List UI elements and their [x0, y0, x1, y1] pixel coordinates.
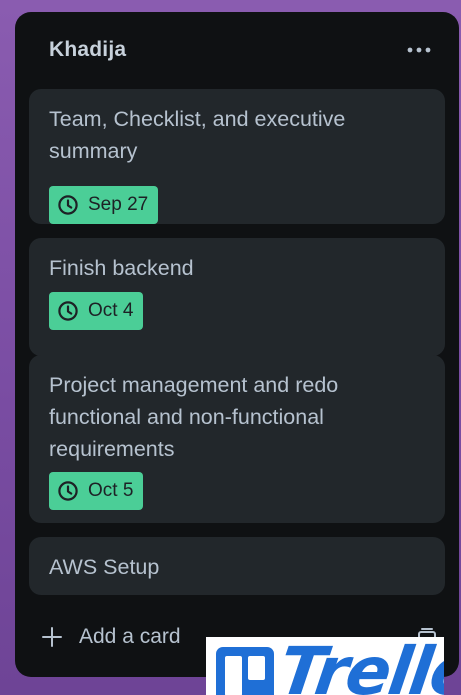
trello-wordmark: Trello: [274, 637, 444, 695]
trello-board-icon: [216, 647, 274, 695]
card[interactable]: Team, Checklist, and executive summary S…: [29, 89, 445, 224]
due-date-text: Sep 27: [88, 194, 149, 215]
card[interactable]: Project management and redo functional a…: [29, 355, 445, 523]
clock-icon: [58, 195, 78, 215]
list-title[interactable]: Khadija: [49, 38, 126, 62]
card-title: Project management and redo functional a…: [49, 373, 339, 461]
card[interactable]: AWS Setup: [29, 537, 445, 595]
card-title: AWS Setup: [49, 555, 160, 579]
clock-icon: [58, 301, 78, 321]
list-column: Khadija Team, Checklist, and executive s…: [15, 12, 459, 677]
card-title: Finish backend: [49, 256, 194, 280]
add-card-button[interactable]: Add a card: [41, 620, 181, 654]
list-actions-button[interactable]: [401, 36, 437, 64]
trello-logo: Trello: [206, 637, 444, 695]
due-date-badge[interactable]: Oct 4: [49, 292, 144, 330]
card[interactable]: Finish backend Oct 4: [29, 238, 445, 356]
plus-icon: [42, 627, 62, 647]
due-date-text: Oct 5: [88, 480, 134, 501]
due-date-badge[interactable]: Oct 5: [49, 472, 144, 510]
add-card-label: Add a card: [79, 625, 181, 648]
clock-icon: [58, 481, 78, 501]
due-date-badge[interactable]: Sep 27: [49, 186, 159, 224]
ellipsis-icon: [407, 47, 431, 53]
due-date-text: Oct 4: [88, 300, 134, 321]
card-title: Team, Checklist, and executive summary: [49, 107, 346, 163]
list-header: Khadija: [15, 12, 459, 84]
